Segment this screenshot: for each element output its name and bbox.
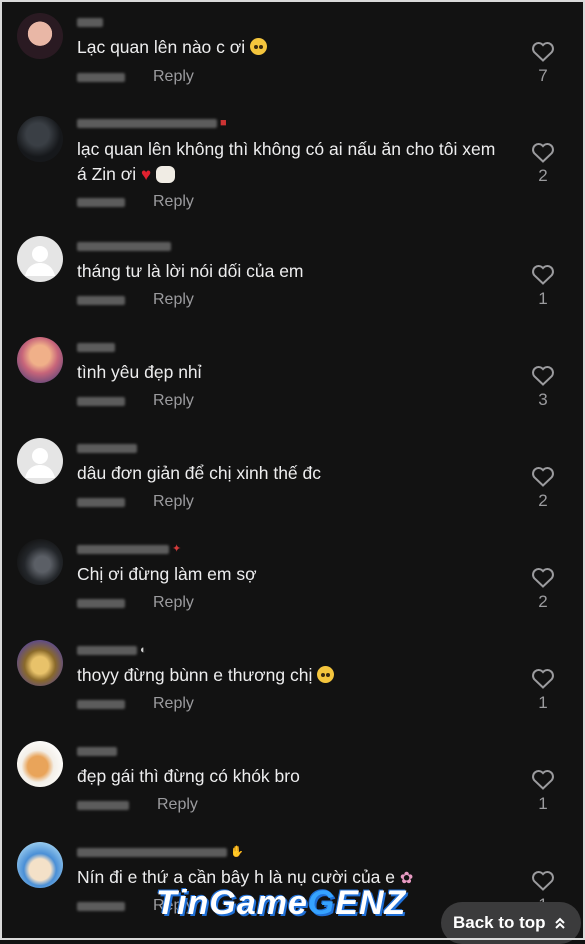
heart-icon[interactable] [531,869,555,891]
reply-button[interactable]: Reply [153,594,194,612]
like-count: 2 [538,491,548,510]
comment-text: tháng tư là lời nói dối của em [77,261,304,281]
comment-meta: Reply [77,695,194,713]
like-count: 2 [538,592,548,611]
username-blurred[interactable]: ■ [77,117,227,129]
comment-meta: Reply [77,193,194,211]
avatar[interactable] [17,539,63,585]
like-count: 7 [538,66,548,85]
like-count: 1 [538,693,548,712]
reply-button[interactable]: Reply [153,68,194,86]
username-blurred[interactable]: ✋ [77,846,244,858]
comment-text: dâu đơn giản để chị xinh thế đc [77,463,322,483]
avatar[interactable] [17,116,63,162]
comment-text: thoyy đừng bùnn e thương chị [77,663,497,688]
avatar[interactable] [17,337,63,383]
username-blurred[interactable] [77,341,115,353]
comment-text: tình yêu đẹp nhỉ [77,362,202,382]
avatar[interactable] [17,13,63,59]
avatar[interactable] [17,640,63,686]
like-count: 1 [538,794,548,813]
like-count: 2 [538,166,548,185]
heart-icon[interactable] [531,465,555,487]
back-to-top-label: Back to top [453,913,546,932]
username-blurred[interactable]: ✦ [77,543,181,555]
comment-meta: Reply [77,68,194,86]
heart-icon[interactable] [531,667,555,689]
ram-icon [155,166,175,183]
heart-icon[interactable] [531,364,555,386]
back-to-top-button[interactable]: Back to top [441,902,581,944]
username-blurred[interactable] [77,240,171,252]
reply-button[interactable]: Reply [153,392,194,410]
red-heart-icon: ♥ [141,165,152,184]
reply-button[interactable]: Reply [153,291,194,309]
avatar[interactable] [17,236,63,282]
heart-icon[interactable] [531,566,555,588]
heart-icon[interactable] [531,40,555,62]
heart-icon[interactable] [531,263,555,285]
comment-text: lạc quan lên không thì không có ai nấu ă… [77,139,496,184]
pleading-face-icon [317,666,335,683]
comment-meta: Reply [77,493,194,511]
reply-button[interactable]: Reply [153,193,194,211]
comment-meta: Reply [77,796,198,814]
username-blurred[interactable] [77,442,137,454]
reply-button[interactable]: Reply [153,695,194,713]
comment-text: đẹp gái thì đừng có khók bro [77,766,300,786]
double-chevron-up-icon [554,917,565,929]
comment-meta: Reply [77,392,194,410]
heart-icon[interactable] [531,141,555,163]
username-blurred[interactable]: ◐ [77,644,147,656]
like-count: 1 [538,289,548,308]
username-blurred[interactable] [77,16,103,28]
default-avatar-icon [25,448,55,478]
reply-button[interactable]: Reply [157,796,198,814]
comment-meta: Reply [77,291,194,309]
default-avatar-icon [25,246,55,276]
username-blurred[interactable] [77,745,117,757]
like-count: 3 [538,390,548,409]
avatar[interactable] [17,741,63,787]
avatar[interactable] [17,438,63,484]
watermark-logo: TinGameGENZ [156,884,407,922]
comment-text: Lạc quan lên nào c ơi [77,35,497,60]
comment-meta: Reply [77,594,194,612]
comment-text: Chị ơi đừng làm em sợ [77,564,257,584]
avatar[interactable] [17,842,63,888]
heart-icon[interactable] [531,768,555,790]
pleading-face-icon [250,38,267,55]
reply-button[interactable]: Reply [153,493,194,511]
